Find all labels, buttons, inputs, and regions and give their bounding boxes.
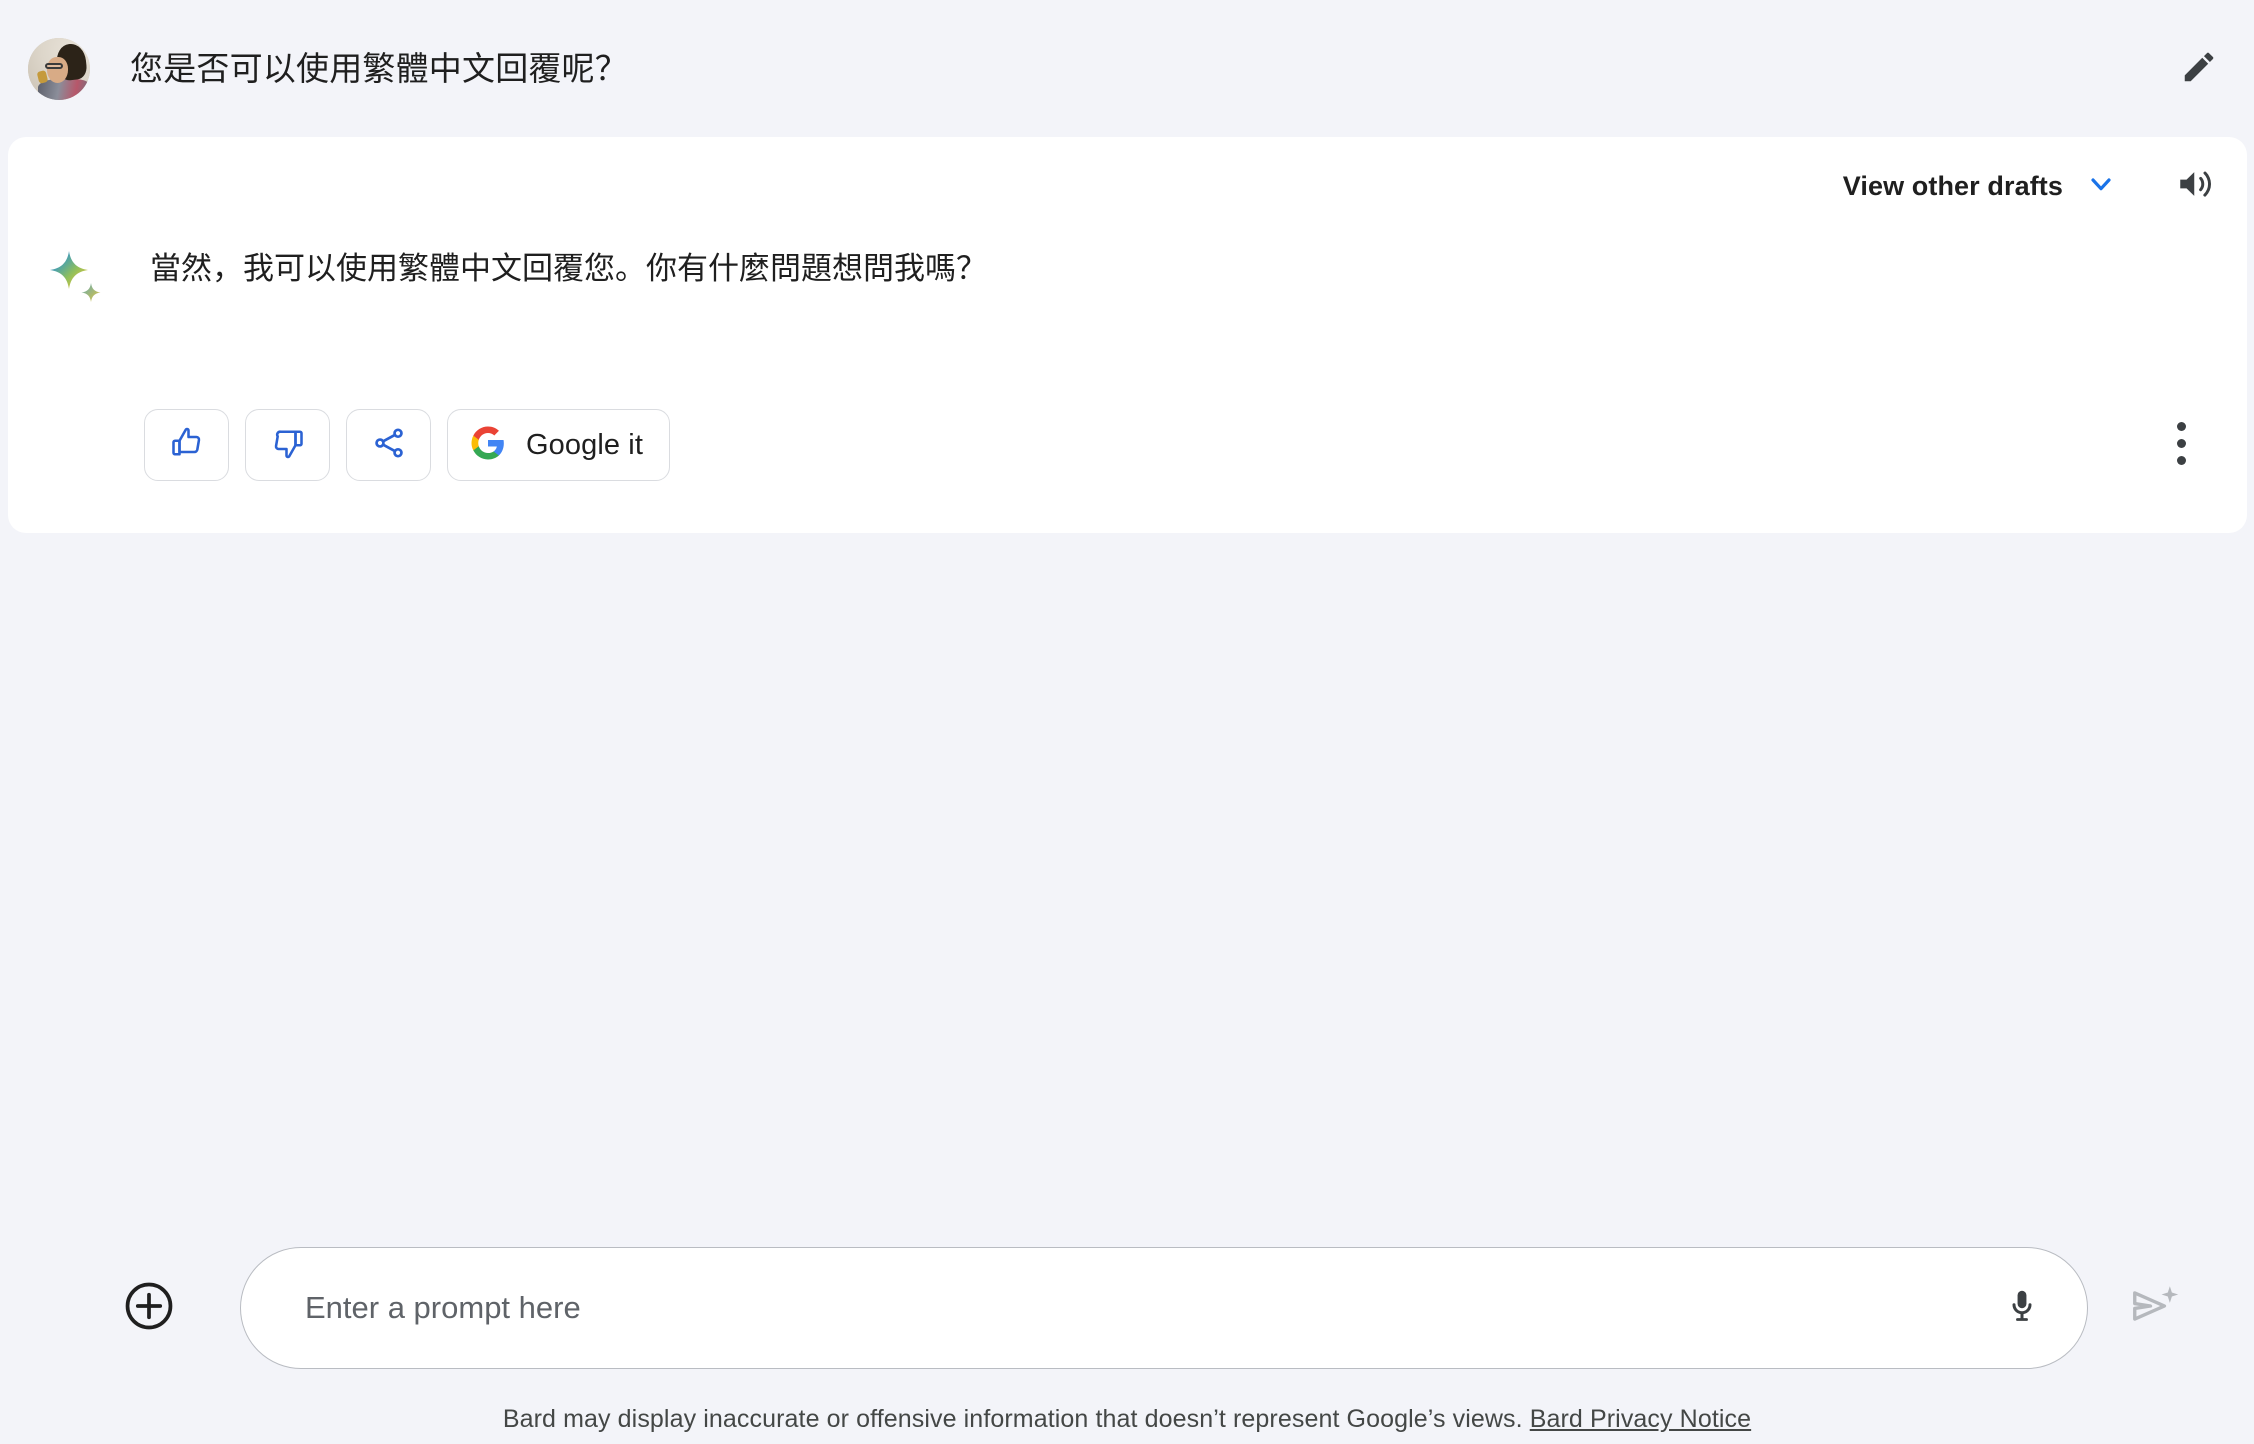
response-actions: Google it: [144, 409, 670, 481]
bard-privacy-notice-link[interactable]: Bard Privacy Notice: [1530, 1405, 1751, 1433]
response-card-topbar: View other drafts: [1827, 151, 2231, 221]
thumbs-down-button[interactable]: [245, 409, 330, 481]
avatar: [28, 38, 90, 100]
edit-prompt-button[interactable]: [2168, 38, 2230, 100]
bard-sparkle-icon: [48, 249, 106, 307]
google-it-label: Google it: [526, 428, 643, 461]
google-it-button[interactable]: Google it: [447, 409, 670, 481]
microphone-icon: [2003, 1287, 2041, 1330]
response-text: 當然，我可以使用繁體中文回覆您。你有什麼問題想問我嗎？: [150, 251, 987, 286]
listen-button[interactable]: [2161, 151, 2231, 221]
user-message-row: 您是否可以使用繁體中文回覆呢？: [0, 0, 2254, 138]
composer-bar: [0, 1238, 2254, 1378]
more-options-button[interactable]: [2145, 407, 2217, 479]
thumb-up-icon: [169, 425, 205, 466]
footer-disclaimer: Bard may display inaccurate or offensive…: [0, 1405, 2254, 1434]
thumb-down-icon: [270, 425, 306, 466]
user-message-text: 您是否可以使用繁體中文回覆呢？: [130, 49, 628, 87]
microphone-button[interactable]: [1991, 1277, 2053, 1339]
response-body: 當然，我可以使用繁體中文回覆您。你有什麼問題想問我嗎？: [48, 247, 987, 307]
send-button[interactable]: [2124, 1277, 2186, 1339]
pencil-edit-icon: [2180, 48, 2218, 91]
view-other-drafts-label: View other drafts: [1842, 170, 2063, 201]
chevron-down-icon: [2085, 168, 2117, 205]
add-attachment-button[interactable]: [120, 1279, 178, 1337]
share-icon: [371, 425, 407, 466]
send-sparkle-icon: [2128, 1279, 2182, 1338]
bard-response-card: View other drafts 當然，我可以使用繁體中文回覆您。你有什麼問題…: [8, 137, 2247, 533]
speaker-volume-icon: [2175, 163, 2217, 210]
plus-circle-icon: [121, 1278, 177, 1339]
google-g-icon: [470, 425, 506, 466]
share-button[interactable]: [346, 409, 431, 481]
prompt-input[interactable]: [305, 1248, 1991, 1368]
more-vertical-icon: [2176, 421, 2186, 465]
prompt-input-container[interactable]: [240, 1247, 2088, 1369]
footer-disclaimer-text: Bard may display inaccurate or offensive…: [502, 1405, 1523, 1433]
thumbs-up-button[interactable]: [144, 409, 229, 481]
view-other-drafts-button[interactable]: View other drafts: [1827, 158, 2133, 215]
